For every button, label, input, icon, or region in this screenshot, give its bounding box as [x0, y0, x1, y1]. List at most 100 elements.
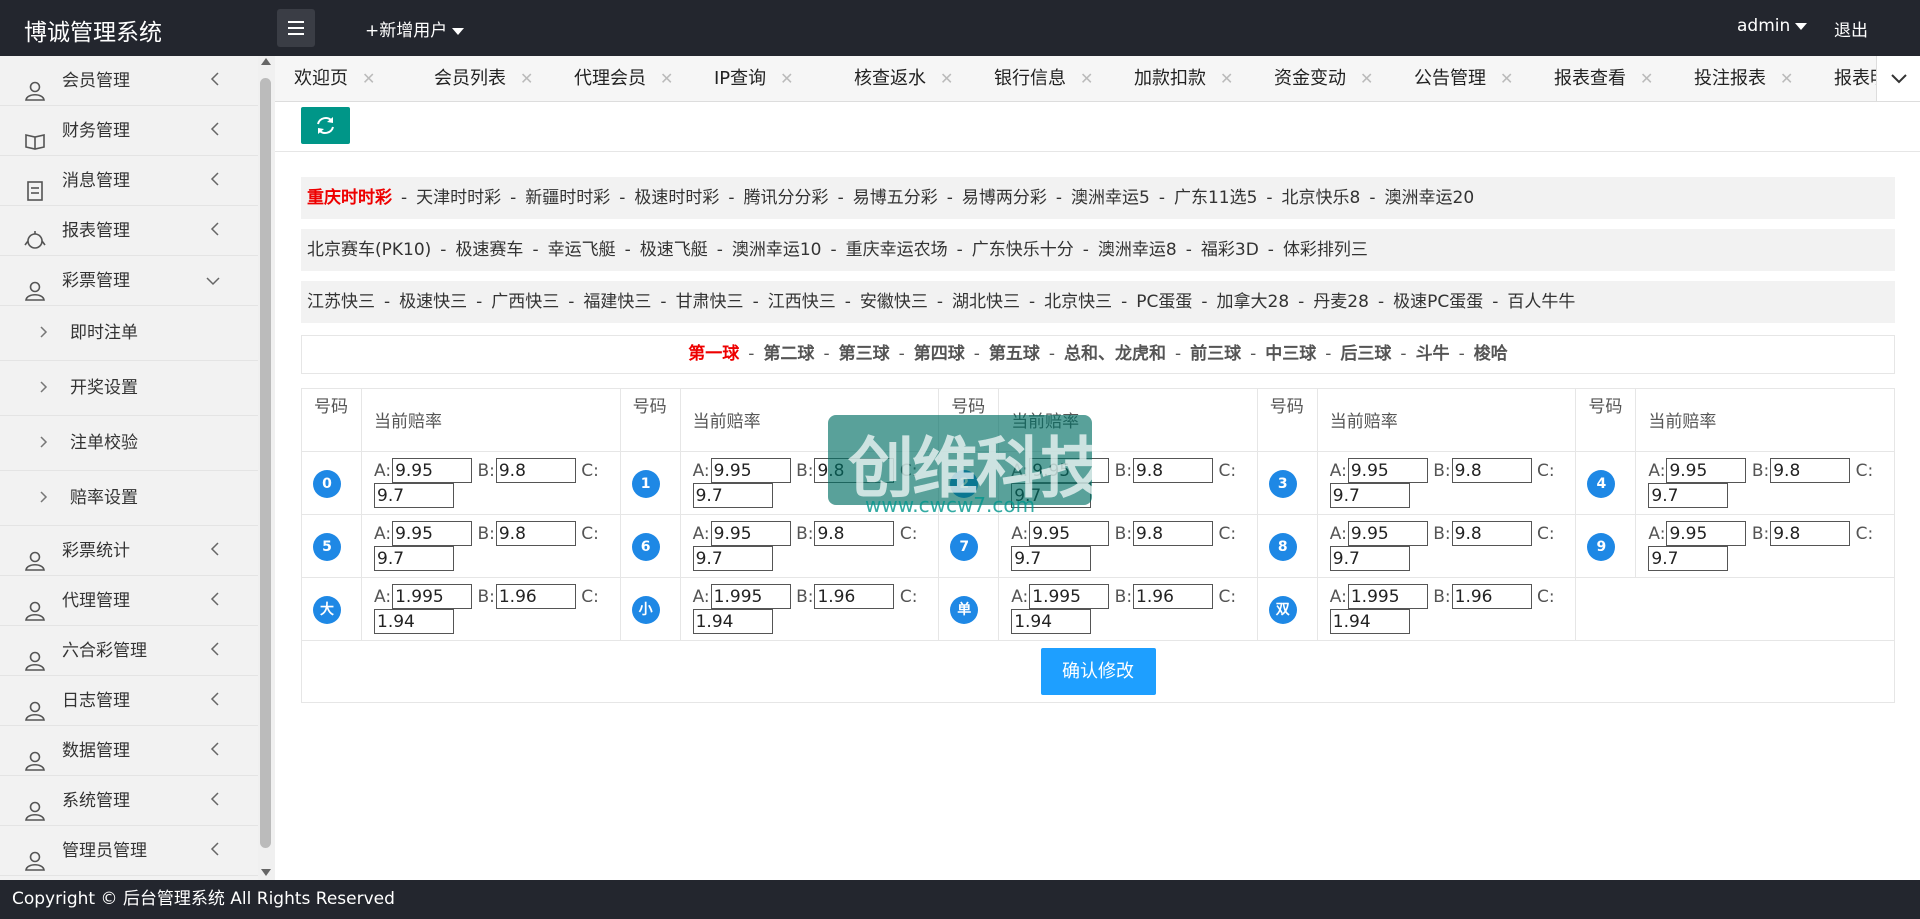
category-link[interactable]: 天津时时彩: [416, 188, 501, 208]
sidebar-item[interactable]: 数据管理: [0, 726, 258, 776]
odds-a-input[interactable]: [392, 458, 473, 483]
ball-tab[interactable]: 前三球: [1190, 344, 1241, 364]
tab-more-button[interactable]: [1876, 56, 1920, 101]
odds-a-input[interactable]: [392, 521, 473, 546]
odds-b-input[interactable]: [1133, 458, 1214, 483]
odds-c-input[interactable]: [374, 609, 454, 634]
odds-b-input[interactable]: [495, 521, 576, 546]
ball-tab[interactable]: 总和、龙虎和: [1064, 344, 1166, 364]
menu-toggle-button[interactable]: [277, 9, 315, 47]
category-link[interactable]: 安徽快三: [860, 292, 928, 312]
scroll-down-icon[interactable]: [261, 869, 271, 876]
category-link[interactable]: 澳洲幸运20: [1385, 188, 1475, 208]
close-icon[interactable]: ✕: [1360, 69, 1373, 88]
sidebar-subitem[interactable]: 注单校验: [0, 416, 258, 471]
odds-c-input[interactable]: [1329, 609, 1410, 634]
refresh-button[interactable]: [301, 107, 350, 144]
category-link[interactable]: 北京快乐8: [1282, 188, 1361, 208]
close-icon[interactable]: ✕: [940, 69, 953, 88]
tab[interactable]: 欢迎页 ✕: [275, 56, 415, 101]
tab[interactable]: 投注报表 ✕: [1675, 56, 1815, 101]
odds-c-input[interactable]: [374, 546, 454, 571]
sidebar-item[interactable]: 系统管理: [0, 776, 258, 826]
odds-a-input[interactable]: [1666, 458, 1747, 483]
odds-a-input[interactable]: [1347, 458, 1428, 483]
category-link[interactable]: 广东11选5: [1174, 188, 1257, 208]
sidebar-item[interactable]: 彩票统计: [0, 526, 258, 576]
odds-a-input[interactable]: [1666, 521, 1747, 546]
ball-tab[interactable]: 梭哈: [1474, 344, 1508, 364]
sidebar-item[interactable]: 消息管理: [0, 156, 258, 206]
close-icon[interactable]: ✕: [1640, 69, 1653, 88]
odds-c-input[interactable]: [1011, 546, 1092, 571]
category-link[interactable]: 极速PC蛋蛋: [1393, 292, 1483, 312]
odds-a-input[interactable]: [710, 521, 791, 546]
confirm-button[interactable]: 确认修改: [1040, 648, 1156, 695]
sidebar-subitem[interactable]: 赔率设置: [0, 471, 258, 526]
tab[interactable]: 核查返水 ✕: [835, 56, 975, 101]
sidebar-item[interactable]: 六合彩管理: [0, 626, 258, 676]
ball-tab[interactable]: 第四球: [914, 344, 965, 364]
odds-b-input[interactable]: [1451, 521, 1532, 546]
odds-a-input[interactable]: [710, 584, 791, 609]
category-link[interactable]: 福建快三: [583, 292, 651, 312]
tab[interactable]: 资金变动 ✕: [1255, 56, 1395, 101]
odds-c-input[interactable]: [1329, 546, 1410, 571]
category-link[interactable]: PC蛋蛋: [1136, 292, 1192, 312]
odds-c-input[interactable]: [692, 546, 773, 571]
category-link[interactable]: 腾讯分分彩: [744, 188, 829, 208]
odds-b-input[interactable]: [1770, 521, 1851, 546]
category-link[interactable]: 易博两分彩: [962, 188, 1047, 208]
category-link[interactable]: 福彩3D: [1201, 240, 1259, 260]
category-link[interactable]: 极速快三: [399, 292, 467, 312]
odds-b-input[interactable]: [814, 584, 895, 609]
odds-c-input[interactable]: [1648, 483, 1729, 508]
category-link[interactable]: 极速时时彩: [634, 188, 719, 208]
category-link[interactable]: 加拿大28: [1217, 292, 1290, 312]
odds-c-input[interactable]: [692, 483, 773, 508]
admin-menu[interactable]: admin: [1737, 16, 1808, 36]
sidebar-item[interactable]: 报表管理: [0, 206, 258, 256]
odds-c-input[interactable]: [692, 609, 773, 634]
sidebar-item[interactable]: 日志管理: [0, 676, 258, 726]
close-icon[interactable]: ✕: [1780, 69, 1793, 88]
category-link[interactable]: 体彩排列三: [1283, 240, 1368, 260]
odds-a-input[interactable]: [710, 458, 791, 483]
sidebar-item[interactable]: 会员管理: [0, 56, 258, 106]
category-link[interactable]: 北京快三: [1044, 292, 1112, 312]
close-icon[interactable]: ✕: [362, 69, 375, 88]
category-link[interactable]: 极速飞艇: [640, 240, 708, 260]
odds-b-input[interactable]: [1451, 584, 1532, 609]
ball-tab[interactable]: 第二球: [763, 344, 814, 364]
category-link[interactable]: 百人牛牛: [1507, 292, 1575, 312]
sidebar-subitem[interactable]: 开奖设置: [0, 361, 258, 416]
tab[interactable]: IP查询 ✕: [695, 56, 835, 101]
category-link[interactable]: 甘肃快三: [676, 292, 744, 312]
sidebar-item[interactable]: 管理员管理: [0, 826, 258, 876]
add-user-menu[interactable]: +新增用户: [365, 16, 465, 41]
category-link[interactable]: 重庆幸运农场: [846, 240, 948, 260]
odds-b-input[interactable]: [1451, 458, 1532, 483]
odds-c-input[interactable]: [1648, 546, 1729, 571]
category-link[interactable]: 湖北快三: [952, 292, 1020, 312]
odds-a-input[interactable]: [1029, 521, 1110, 546]
category-link[interactable]: 澳洲幸运8: [1098, 240, 1177, 260]
category-link[interactable]: 广东快乐十分: [972, 240, 1074, 260]
close-icon[interactable]: ✕: [1500, 69, 1513, 88]
odds-b-input[interactable]: [1133, 521, 1214, 546]
close-icon[interactable]: ✕: [1220, 69, 1233, 88]
close-icon[interactable]: ✕: [660, 69, 673, 88]
odds-b-input[interactable]: [495, 584, 576, 609]
category-link[interactable]: 江西快三: [768, 292, 836, 312]
category-link[interactable]: 丹麦28: [1313, 292, 1369, 312]
sidebar-subitem[interactable]: 即时注单: [0, 306, 258, 361]
odds-a-input[interactable]: [1347, 521, 1428, 546]
sidebar-item[interactable]: 财务管理: [0, 106, 258, 156]
sidebar-item[interactable]: 代理管理: [0, 576, 258, 626]
category-link[interactable]: 易博五分彩: [853, 188, 938, 208]
odds-a-input[interactable]: [1347, 584, 1428, 609]
ball-tab[interactable]: 中三球: [1265, 344, 1316, 364]
tab[interactable]: 公告管理 ✕: [1395, 56, 1535, 101]
category-link[interactable]: 广西快三: [491, 292, 559, 312]
ball-tab[interactable]: 第三球: [839, 344, 890, 364]
